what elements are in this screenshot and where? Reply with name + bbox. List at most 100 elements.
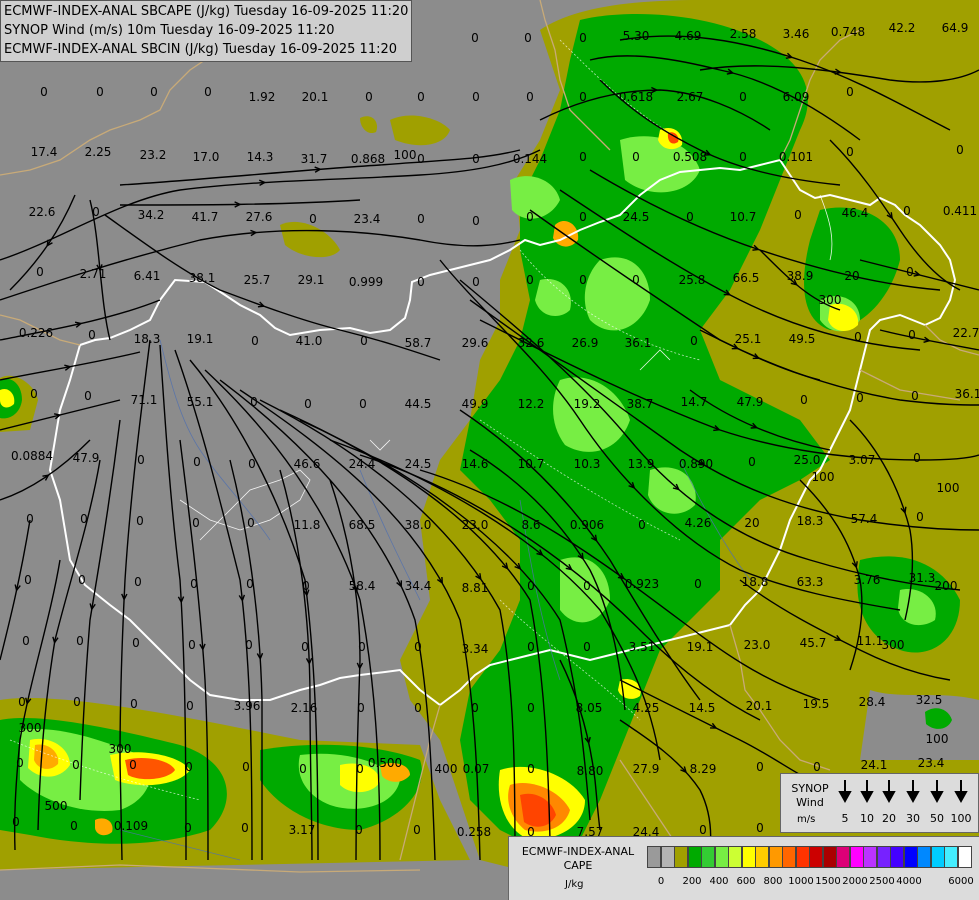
cape-legend-tick: 1000 [788, 876, 814, 887]
grid-value: 0 [527, 762, 535, 776]
cape-legend-swatch [836, 846, 850, 868]
grid-value: 0 [472, 152, 480, 166]
grid-value: 23.2 [139, 148, 167, 162]
synop-speed-30: 30 [906, 812, 920, 825]
grid-value: 34.2 [137, 208, 165, 222]
grid-value: 0.618 [618, 90, 654, 104]
grid-value: 36.1 [624, 336, 652, 350]
grid-value: 26.9 [571, 336, 599, 350]
grid-value: 8.29 [689, 762, 717, 776]
grid-value: 0 [916, 510, 924, 524]
grid-value: 49.5 [788, 332, 816, 346]
grid-value: 0 [524, 31, 532, 45]
grid-value: 0 [36, 265, 44, 279]
grid-value: 0 [579, 90, 587, 104]
grid-value: 8.80 [576, 764, 604, 778]
grid-value: 20.1 [745, 699, 773, 713]
grid-value: 0 [694, 577, 702, 591]
grid-value: 49.9 [461, 397, 489, 411]
grid-value: 10.7 [517, 457, 545, 471]
grid-value: 0 [190, 577, 198, 591]
grid-value: 0 [248, 457, 256, 471]
grid-value: 10.7 [729, 210, 757, 224]
grid-value: 0.500 [367, 756, 403, 770]
grid-value: 0 [76, 634, 84, 648]
grid-value: 0 [526, 210, 534, 224]
grid-value: 100 [811, 470, 835, 484]
cape-legend-tick: 2000 [842, 876, 868, 887]
grid-value: 0 [690, 334, 698, 348]
grid-value: 24.5 [622, 210, 650, 224]
grid-value: 8.05 [575, 701, 603, 715]
grid-value: 18.3 [133, 332, 161, 346]
grid-value: 0 [30, 387, 38, 401]
cape-legend-swatch [674, 846, 688, 868]
grid-value: 23.4 [353, 212, 381, 226]
grid-value: 0.411 [942, 204, 978, 218]
grid-value: 3.07 [848, 453, 876, 467]
grid-value: 4.26 [684, 516, 712, 530]
grid-value: 57.4 [850, 512, 878, 526]
grid-value: 0 [906, 265, 914, 279]
cape-map [0, 0, 979, 900]
grid-value: 47.9 [736, 395, 764, 409]
grid-value: 0 [24, 573, 32, 587]
grid-value: 0 [242, 760, 250, 774]
grid-value: 47.9 [72, 451, 100, 465]
grid-value: 300 [18, 721, 42, 735]
grid-value: 20 [844, 269, 860, 283]
cape-legend-swatch [944, 846, 958, 868]
grid-value: 22.6 [28, 205, 56, 219]
grid-value: 0.0884 [11, 449, 53, 463]
grid-value: 0 [526, 273, 534, 287]
grid-value: 0.890 [678, 457, 714, 471]
cape-legend-swatch [930, 846, 945, 868]
grid-value: 31.3 [908, 571, 936, 585]
grid-value: 38.7 [626, 397, 654, 411]
grid-value: 200 [934, 579, 958, 593]
grid-value: 0 [70, 819, 78, 833]
grid-value: 100 [925, 732, 949, 746]
grid-value: 23.0 [743, 638, 771, 652]
grid-value: 28.4 [858, 695, 886, 709]
grid-value: 2.67 [676, 90, 704, 104]
cape-legend-tick: 4000 [896, 876, 922, 887]
grid-value: 20.1 [301, 90, 329, 104]
cape-legend-tick: 200 [682, 876, 702, 887]
grid-value: 0 [355, 823, 363, 837]
grid-value: 25.1 [734, 332, 762, 346]
grid-value: 0 [756, 821, 764, 835]
grid-value: 3.46 [782, 27, 810, 41]
grid-value: 38.1 [188, 271, 216, 285]
grid-value: 0 [360, 334, 368, 348]
grid-value: 23.4 [917, 756, 945, 770]
grid-value: 0 [193, 455, 201, 469]
map-title-box: ECMWF-INDEX-ANAL SBCAPE (J/kg) Tuesday 1… [0, 0, 413, 62]
grid-value: 11.8 [293, 518, 321, 532]
grid-value: 32.6 [517, 336, 545, 350]
grid-value: 45.7 [799, 636, 827, 650]
grid-value: 6.09 [782, 90, 810, 104]
grid-value: 300 [881, 638, 905, 652]
grid-value: 25.8 [678, 273, 706, 287]
grid-value: 0 [78, 573, 86, 587]
cape-legend-tick: 800 [763, 876, 783, 887]
grid-value: 18.8 [741, 575, 769, 589]
grid-value: 0 [632, 273, 640, 287]
grid-value: 0 [748, 455, 756, 469]
map-view[interactable]: { "titles": [ "ECMWF-INDEX-ANAL SBCAPE (… [0, 0, 979, 900]
synop-speed-100: 100 [950, 812, 972, 825]
grid-value: 0 [299, 762, 307, 776]
grid-value: 0 [359, 397, 367, 411]
grid-value: 0 [632, 150, 640, 164]
grid-value: 19.2 [573, 397, 601, 411]
cape-legend-swatch [701, 846, 715, 868]
grid-value: 0 [417, 90, 425, 104]
cape-legend-tick: 400 [709, 876, 729, 887]
grid-value: 0 [471, 701, 479, 715]
grid-value: 0.101 [778, 150, 814, 164]
grid-value: 0 [301, 640, 309, 654]
grid-value: 0 [583, 579, 591, 593]
grid-value: 17.0 [192, 150, 220, 164]
grid-value: 13.9 [627, 457, 655, 471]
